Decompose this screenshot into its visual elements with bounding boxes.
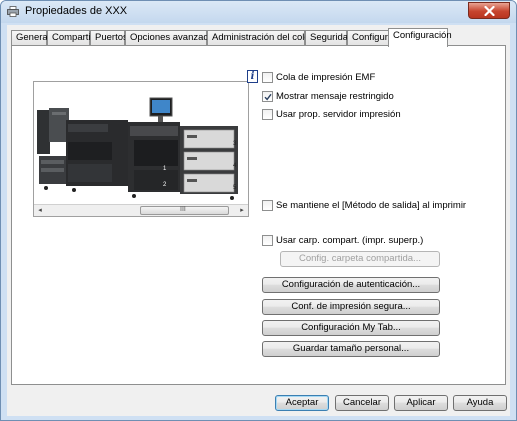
scroll-thumb[interactable]: III bbox=[140, 206, 229, 215]
scroll-left-icon[interactable]: ◂ bbox=[35, 206, 45, 216]
secure-print-button[interactable]: Conf. de impresión segura... bbox=[262, 299, 440, 315]
info-icon[interactable]: i bbox=[247, 70, 258, 83]
tab-puertos[interactable]: Puertos bbox=[90, 30, 128, 46]
checkmark-icon bbox=[264, 93, 272, 101]
title-bar[interactable]: Propiedades de XXX bbox=[1, 1, 516, 23]
my-tab-config-button[interactable]: Configuración My Tab... bbox=[262, 320, 440, 336]
configuracion-panel: 1 2 3 4 5 ◂ III ▸ i Cola de impresión EM… bbox=[11, 45, 506, 385]
shared-folder-config-button[interactable]: Config. carpeta compartida... bbox=[280, 251, 440, 267]
printer-preview: 1 2 3 4 5 ◂ III ▸ bbox=[33, 81, 249, 217]
tab-administracion-color[interactable]: Administración del color bbox=[207, 30, 313, 46]
save-custom-size-button[interactable]: Guardar tamaño personal... bbox=[262, 341, 440, 357]
keep-output-method-label: Se mantiene el [Método de salida] al imp… bbox=[276, 200, 467, 211]
shared-folder-label: Usar carp. compart. (impr. superp.) bbox=[276, 235, 424, 246]
apply-button[interactable]: Aplicar bbox=[394, 395, 448, 411]
auth-config-button[interactable]: Configuración de autenticación... bbox=[262, 277, 440, 293]
server-props-checkbox[interactable] bbox=[262, 109, 273, 120]
keep-output-method-checkbox[interactable] bbox=[262, 200, 273, 211]
close-icon bbox=[484, 6, 495, 16]
tab-opciones-avanzadas[interactable]: Opciones avanzadas bbox=[125, 30, 219, 46]
show-restricted-label: Mostrar mensaje restringido bbox=[276, 91, 394, 102]
show-restricted-checkbox[interactable] bbox=[262, 91, 273, 102]
printer-icon bbox=[7, 6, 19, 17]
preview-horizontal-scrollbar[interactable]: ◂ III ▸ bbox=[34, 204, 248, 216]
emf-spool-checkbox[interactable] bbox=[262, 72, 273, 83]
ok-button[interactable]: Aceptar bbox=[275, 395, 329, 411]
shared-folder-checkbox[interactable] bbox=[262, 235, 273, 246]
dialog-body: General Compartir Puertos Opciones avanz… bbox=[7, 25, 510, 416]
emf-spool-label: Cola de impresión EMF bbox=[276, 72, 376, 83]
thumb-grip: III bbox=[180, 206, 186, 213]
tab-configurar[interactable]: Configurar bbox=[347, 30, 396, 46]
window-title: Propiedades de XXX bbox=[25, 5, 128, 17]
printer-properties-window: Propiedades de XXX General Compartir Pue… bbox=[0, 0, 517, 421]
tab-configuracion[interactable]: Configuración bbox=[388, 28, 452, 47]
tab-compartir[interactable]: Compartir bbox=[47, 30, 94, 46]
tab-general[interactable]: General bbox=[11, 30, 50, 46]
printer-illustration: 1 2 3 4 5 bbox=[37, 97, 238, 200]
scroll-right-icon[interactable]: ▸ bbox=[237, 206, 247, 216]
close-button[interactable] bbox=[468, 2, 510, 19]
server-props-label: Usar prop. servidor impresión bbox=[276, 109, 401, 120]
help-button[interactable]: Ayuda bbox=[453, 395, 507, 411]
cancel-button[interactable]: Cancelar bbox=[335, 395, 389, 411]
tab-seguridad[interactable]: Seguridad bbox=[305, 30, 353, 46]
